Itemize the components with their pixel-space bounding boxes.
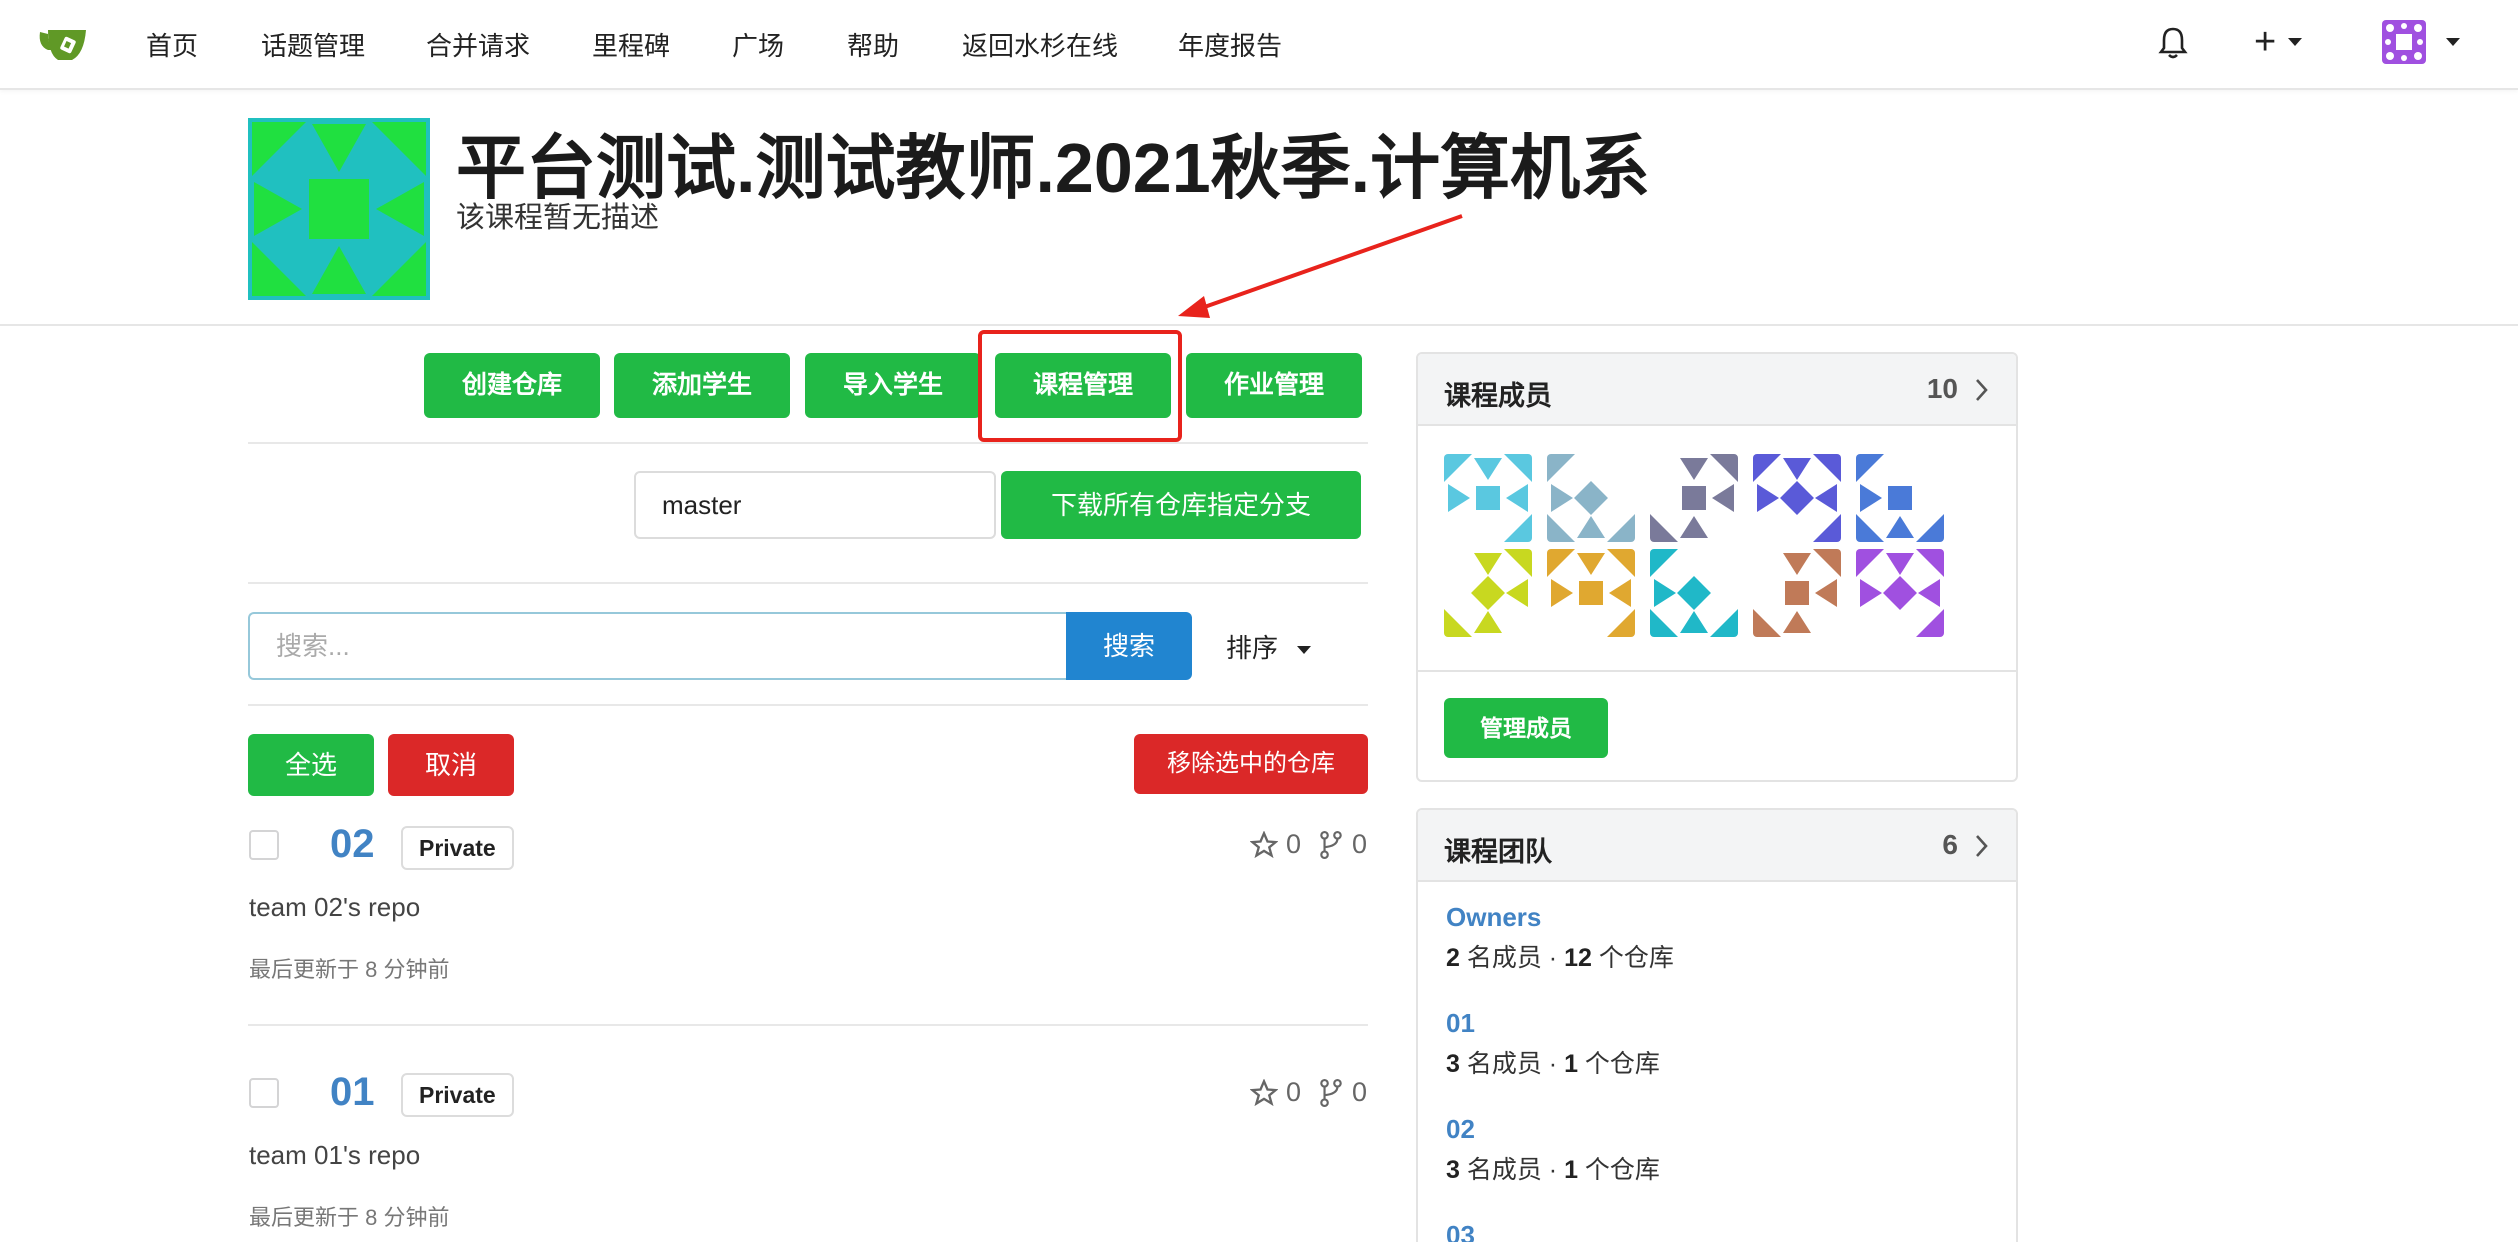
chevron-down-icon: [2288, 38, 2303, 46]
repo-name[interactable]: 01: [330, 1070, 375, 1115]
course-header: 平台测试.测试教师.2021秋季.计算机系 该课程暂无描述: [0, 90, 2518, 326]
private-badge: Private: [401, 826, 514, 870]
user-menu[interactable]: [2382, 20, 2460, 64]
repo-checkbox[interactable]: [249, 830, 279, 860]
star-count[interactable]: 0: [1250, 1077, 1301, 1108]
team-link-02[interactable]: 02: [1446, 1114, 1475, 1145]
teams-title: 课程团队: [1444, 837, 1552, 867]
repo-updated: 最后更新于 8 分钟前: [249, 957, 450, 982]
repo-description: team 01's repo: [249, 1140, 421, 1170]
nav-help[interactable]: 帮助: [847, 26, 899, 63]
search-input[interactable]: 搜索...: [248, 612, 1066, 680]
repo-name[interactable]: 02: [330, 822, 375, 867]
teams-card-header[interactable]: 课程团队 6: [1418, 810, 2016, 882]
sort-label: 排序: [1226, 633, 1279, 663]
fork-count-value: 0: [1352, 829, 1368, 859]
download-branch-button[interactable]: 下载所有仓库指定分支: [1001, 471, 1361, 539]
select-all-button[interactable]: 全选: [248, 734, 374, 796]
member-avatar[interactable]: [1856, 454, 1944, 542]
nav-explore[interactable]: 广场: [732, 26, 784, 63]
member-avatar[interactable]: [1753, 549, 1841, 637]
bell-icon[interactable]: [2158, 26, 2188, 65]
star-icon: [1250, 830, 1278, 858]
repo-checkbox[interactable]: [249, 1078, 279, 1108]
remove-selected-button[interactable]: 移除选中的仓库: [1134, 734, 1368, 794]
star-count-value: 0: [1286, 1077, 1302, 1107]
members-card-header[interactable]: 课程成员 10: [1418, 354, 2016, 426]
repo-updated: 最后更新于 8 分钟前: [249, 1205, 450, 1230]
fork-count[interactable]: 0: [1318, 1077, 1367, 1108]
member-avatar[interactable]: [1444, 454, 1532, 542]
divider: [248, 442, 1368, 444]
avatar: [2382, 20, 2426, 64]
divider: [1418, 670, 2016, 672]
team-info: 3 名成员 · 1 个仓库: [1446, 1156, 1660, 1184]
team-link-owners[interactable]: Owners: [1446, 902, 1541, 933]
member-avatar[interactable]: [1547, 549, 1635, 637]
branch-input[interactable]: master: [634, 471, 996, 539]
chevron-down-icon: [1297, 646, 1312, 655]
manage-members-button[interactable]: 管理成员: [1444, 698, 1608, 758]
members-title: 课程成员: [1444, 381, 1552, 411]
team-info: 3 名成员 · 1 个仓库: [1446, 1050, 1660, 1078]
plus-icon: +: [2254, 21, 2277, 63]
add-student-button[interactable]: 添加学生: [614, 353, 790, 418]
course-manage-button[interactable]: 课程管理: [995, 353, 1171, 418]
chevron-right-icon: [1976, 379, 1988, 401]
nav-home[interactable]: 首页: [146, 26, 198, 63]
fork-icon: [1320, 1078, 1342, 1107]
member-avatar[interactable]: [1856, 549, 1944, 637]
team-link-03[interactable]: 03: [1446, 1220, 1475, 1242]
cancel-button[interactable]: 取消: [388, 734, 514, 796]
create-repo-button[interactable]: 创建仓库: [424, 353, 600, 418]
divider: [248, 704, 1368, 706]
divider: [248, 1024, 1368, 1026]
course-description: 该课程暂无描述: [456, 202, 660, 234]
divider: [248, 582, 1368, 584]
team-info: 2 名成员 · 12 个仓库: [1446, 944, 1674, 972]
fork-count-value: 0: [1352, 1077, 1368, 1107]
teams-count: 6: [1942, 829, 1958, 860]
sort-dropdown[interactable]: 排序: [1226, 628, 1312, 665]
create-new-menu[interactable]: +: [2254, 21, 2303, 63]
member-avatar[interactable]: [1753, 454, 1841, 542]
import-student-button[interactable]: 导入学生: [805, 353, 981, 418]
top-navbar: 首页 话题管理 合并请求 里程碑 广场 帮助 返回水杉在线 年度报告 +: [0, 0, 2518, 90]
star-count[interactable]: 0: [1250, 829, 1301, 860]
course-avatar: [248, 118, 430, 300]
private-badge: Private: [401, 1073, 514, 1117]
nav-milestones[interactable]: 里程碑: [592, 26, 670, 63]
team-link-01[interactable]: 01: [1446, 1008, 1475, 1039]
nav-issues[interactable]: 话题管理: [261, 26, 365, 63]
homework-manage-button[interactable]: 作业管理: [1186, 353, 1362, 418]
member-avatar[interactable]: [1547, 454, 1635, 542]
nav-pull-requests[interactable]: 合并请求: [426, 26, 530, 63]
chevron-down-icon: [2446, 38, 2460, 46]
star-count-value: 0: [1286, 829, 1302, 859]
repo-description: team 02's repo: [249, 892, 421, 922]
course-members-card: 课程成员 10 管理成员: [1416, 352, 2018, 782]
member-avatar[interactable]: [1444, 549, 1532, 637]
chevron-right-icon: [1976, 835, 1988, 857]
course-teams-card: 课程团队 6 Owners 2 名成员 · 12 个仓库 01 3 名成员 · …: [1416, 808, 2018, 1242]
fork-icon: [1320, 830, 1342, 859]
star-icon: [1250, 1078, 1278, 1106]
search-button[interactable]: 搜索: [1066, 612, 1192, 680]
nav-back-to-site[interactable]: 返回水杉在线: [962, 26, 1118, 63]
gitea-logo-icon[interactable]: [36, 24, 90, 64]
nav-annual-report[interactable]: 年度报告: [1178, 26, 1282, 63]
fork-count[interactable]: 0: [1318, 829, 1367, 860]
member-avatar[interactable]: [1650, 549, 1738, 637]
member-avatar[interactable]: [1650, 454, 1738, 542]
members-count: 10: [1926, 373, 1958, 404]
